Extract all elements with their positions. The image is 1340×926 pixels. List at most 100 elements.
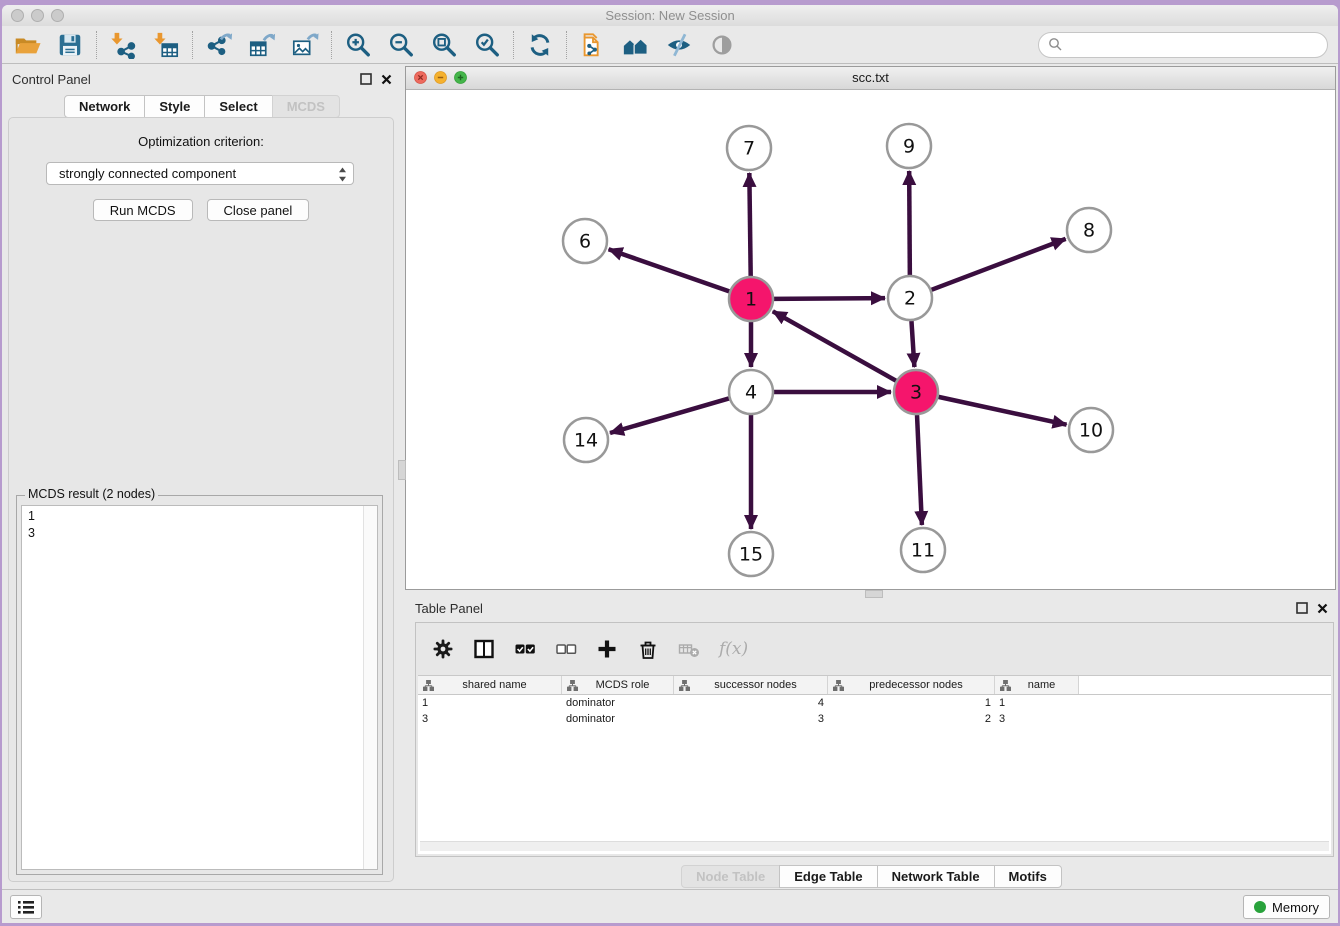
add-row-button[interactable] [596, 638, 618, 660]
table-row[interactable]: 3dominator323 [418, 711, 1331, 727]
column-header-label: MCDS role [580, 679, 673, 691]
attribute-tree-icon [423, 680, 434, 691]
table-cell[interactable]: 1 [995, 697, 1079, 709]
first-neighbors-button[interactable] [621, 30, 651, 60]
search-box[interactable] [1038, 32, 1328, 58]
table-settings-button[interactable] [432, 638, 454, 660]
function-builder-button[interactable]: f(x) [719, 639, 748, 659]
export-image-button[interactable] [290, 30, 320, 60]
network-canvas[interactable]: 7968124314101511 [406, 90, 1335, 589]
graph-edge-3-1[interactable] [773, 311, 896, 380]
tab-select[interactable]: Select [204, 95, 272, 118]
column-header-name[interactable]: name [995, 676, 1079, 694]
graph-edge-3-10[interactable] [938, 397, 1066, 425]
column-header-MCDS-role[interactable]: MCDS role [562, 676, 674, 694]
close-panel-button[interactable]: Close panel [207, 199, 310, 221]
table-row[interactable]: 1dominator411 [418, 695, 1331, 711]
import-network-button[interactable] [108, 30, 138, 60]
tab-motifs[interactable]: Motifs [994, 865, 1062, 888]
search-input[interactable] [1068, 36, 1318, 53]
status-bar: Memory [2, 889, 1338, 923]
run-mcds-button[interactable]: Run MCDS [93, 199, 193, 221]
export-table-button[interactable] [247, 30, 277, 60]
column-header-shared-name[interactable]: shared name [418, 676, 562, 694]
zoom-in-button[interactable] [343, 30, 373, 60]
table-cell[interactable]: dominator [562, 697, 674, 709]
splitter-handle-vertical[interactable] [398, 460, 406, 480]
network-graph[interactable]: 7968124314101511 [406, 90, 1335, 589]
titlebar: Session: New Session [2, 5, 1338, 26]
apply-preferred-layout-button[interactable] [525, 30, 555, 60]
graph-node-label: 2 [904, 288, 916, 310]
graph-edge-3-11[interactable] [917, 415, 922, 525]
mcds-panel: Optimization criterion: strongly connect… [8, 117, 394, 882]
delete-row-button[interactable] [637, 638, 659, 660]
column-header-successor-nodes[interactable]: successor nodes [674, 676, 828, 694]
control-panel-tabs: Network Style Select MCDS [2, 95, 402, 118]
select-all-button[interactable] [514, 638, 536, 660]
column-header-label: shared name [436, 679, 561, 691]
graph-edge-2-8[interactable] [932, 239, 1066, 290]
tab-network-table[interactable]: Network Table [877, 865, 995, 888]
task-history-button[interactable] [10, 895, 42, 919]
toolbar-separator [566, 31, 567, 59]
result-scrollbar[interactable] [363, 506, 377, 869]
graph-edge-1-2[interactable] [774, 298, 885, 299]
tab-style[interactable]: Style [144, 95, 205, 118]
import-table-button[interactable] [151, 30, 181, 60]
tab-mcds[interactable]: MCDS [272, 95, 340, 118]
graph-edge-1-6[interactable] [609, 249, 730, 291]
memory-button[interactable]: Memory [1243, 895, 1330, 919]
save-session-button[interactable] [55, 30, 85, 60]
table-cell[interactable]: 3 [995, 713, 1079, 725]
float-panel-icon[interactable] [360, 73, 372, 85]
checked-boxes-icon [514, 638, 536, 660]
column-header-predecessor-nodes[interactable]: predecessor nodes [828, 676, 995, 694]
zoom-selected-button[interactable] [472, 30, 502, 60]
graph-edge-2-3[interactable] [911, 321, 914, 367]
close-panel-icon[interactable] [1317, 603, 1328, 614]
open-session-button[interactable] [12, 30, 42, 60]
export-table-icon [248, 31, 276, 59]
mcds-result-box[interactable]: 1 3 [21, 505, 378, 870]
graph-edge-1-7[interactable] [749, 173, 750, 276]
memory-label: Memory [1272, 900, 1319, 915]
export-network-icon [205, 31, 233, 59]
table-cell[interactable]: dominator [562, 713, 674, 725]
tab-node-table[interactable]: Node Table [681, 865, 780, 888]
table-cell[interactable]: 3 [674, 713, 828, 725]
export-network-button[interactable] [204, 30, 234, 60]
float-panel-icon[interactable] [1296, 602, 1308, 614]
graph-edge-2-9[interactable] [909, 171, 910, 275]
zoom-out-button[interactable] [386, 30, 416, 60]
table-cell[interactable]: 1 [418, 697, 562, 709]
table-horizontal-scrollbar[interactable] [420, 841, 1329, 851]
table-cell[interactable]: 2 [828, 713, 995, 725]
tab-network[interactable]: Network [64, 95, 145, 118]
import-network-icon [109, 31, 137, 59]
hide-selected-button[interactable] [664, 30, 694, 60]
delete-column-button[interactable] [678, 638, 700, 660]
table-cell[interactable]: 4 [674, 697, 828, 709]
new-network-from-selection-button[interactable] [578, 30, 608, 60]
application-window: Session: New Session [2, 5, 1338, 923]
graph-node-label: 4 [745, 382, 757, 404]
tab-edge-table[interactable]: Edge Table [779, 865, 877, 888]
show-column-panel-button[interactable] [473, 638, 495, 660]
memory-status-dot [1254, 901, 1266, 913]
deselect-all-button[interactable] [555, 638, 577, 660]
criterion-dropdown[interactable]: strongly connected component [46, 162, 354, 185]
table-cell[interactable]: 1 [828, 697, 995, 709]
table-cell[interactable]: 3 [418, 713, 562, 725]
open-folder-icon [13, 31, 41, 59]
graph-node-label: 8 [1083, 220, 1095, 242]
show-all-button[interactable] [707, 30, 737, 60]
graph-edge-4-14[interactable] [610, 398, 729, 433]
attribute-tree-icon [1000, 680, 1011, 691]
eye-slash-icon [665, 31, 693, 59]
close-panel-icon[interactable] [381, 74, 392, 85]
mcds-result-title: MCDS result (2 nodes) [25, 487, 158, 501]
network-frame-titlebar[interactable]: scc.txt [406, 67, 1335, 90]
dropdown-chevrons-icon [338, 166, 347, 183]
fit-content-button[interactable] [429, 30, 459, 60]
